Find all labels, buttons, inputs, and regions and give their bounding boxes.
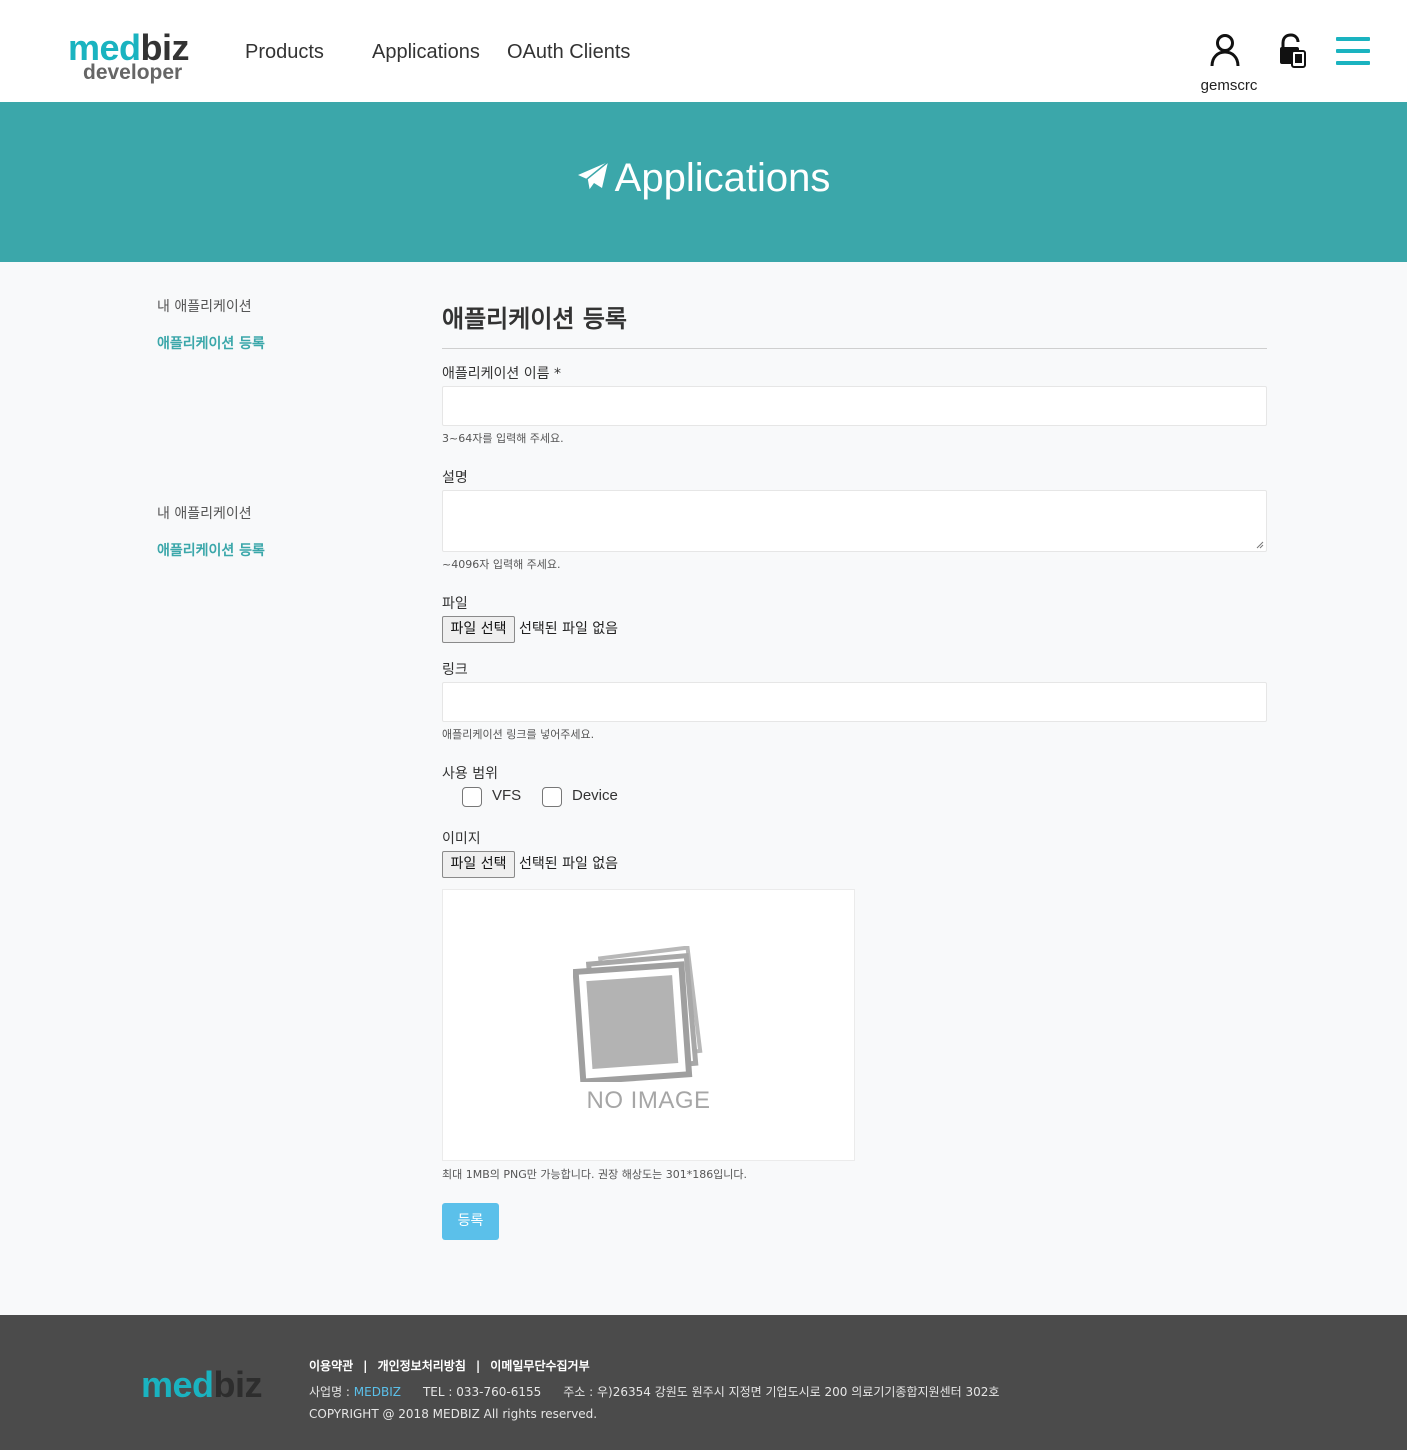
footer-link-terms[interactable]: 이용약관 — [309, 1359, 353, 1373]
nav-products[interactable]: Products — [245, 40, 324, 64]
description-label: 설명 — [442, 470, 468, 486]
image-choose-button[interactable]: 파일 선택 — [442, 851, 515, 878]
footer-company-info: 사업명 : MEDBIZ TEL : 033-760-6155 주소 : 우)263… — [309, 1384, 999, 1400]
link-input[interactable] — [442, 682, 1267, 722]
banner-title-text: Applications — [614, 156, 831, 200]
description-textarea[interactable] — [442, 490, 1267, 552]
scope-device-label[interactable]: Device — [572, 787, 618, 805]
footer-company-label: 사업명 : — [309, 1385, 354, 1399]
image-status: 선택된 파일 없음 — [519, 856, 619, 872]
photo-placeholder-icon — [573, 946, 703, 1082]
logout-lock-icon[interactable] — [1278, 33, 1308, 69]
link-help: 애플리케이션 링크를 넣어주세요. — [442, 728, 595, 741]
no-image-text: NO IMAGE — [586, 1087, 711, 1114]
sidebar-item-register-app[interactable]: 애플리케이션 등록 — [157, 335, 265, 353]
site-header: medbiz developer Products Applications O… — [0, 0, 1407, 102]
hamburger-menu-icon[interactable] — [1336, 37, 1370, 65]
footer-company-name: MEDBIZ — [353, 1385, 401, 1399]
description-help: ~4096자 입력해 주세요. — [442, 558, 561, 571]
image-preview: NO IMAGE — [442, 889, 855, 1161]
scope-device-checkbox[interactable] — [542, 787, 562, 807]
banner-title: Applications — [0, 154, 1407, 202]
app-name-input[interactable] — [442, 386, 1267, 426]
username-label[interactable]: gemscrc — [1190, 77, 1268, 94]
footer-tel: TEL : 033-760-6155 — [422, 1385, 542, 1399]
nav-oauth-clients[interactable]: OAuth Clients — [507, 40, 630, 64]
resize-grip-icon[interactable] — [1256, 541, 1264, 549]
image-help: 최대 1MB의 PNG만 가능합니다. 권장 해상도는 301*186입니다. — [442, 1168, 748, 1181]
footer-copyright: COPYRIGHT @ 2018 MEDBIZ All rights reser… — [309, 1407, 598, 1421]
footer-link-email-refusal[interactable]: 이메일무단수집거부 — [490, 1359, 589, 1373]
user-icon[interactable] — [1209, 33, 1241, 67]
medbiz-developer-logo[interactable]: medbiz developer — [68, 30, 193, 86]
form-divider — [442, 348, 1267, 349]
footer-logo-med: med — [141, 1364, 214, 1405]
site-footer: medbiz 이용약관 | 개인정보처리방침 | 이메일무단수집거부 사업명 : MED… — [0, 1315, 1407, 1450]
nav-applications[interactable]: Applications — [372, 40, 480, 64]
footer-logo-biz: biz — [213, 1364, 263, 1405]
file-label: 파일 — [442, 596, 468, 612]
footer-link-privacy[interactable]: 개인정보처리방침 — [378, 1359, 466, 1373]
sidebar-item-my-apps-2[interactable]: 내 애플리케이션 — [157, 505, 252, 523]
file-status: 선택된 파일 없음 — [519, 621, 619, 637]
scope-label: 사용 범위 — [442, 766, 498, 782]
sidebar-item-register-app-2[interactable]: 애플리케이션 등록 — [157, 542, 265, 560]
link-label: 링크 — [442, 662, 468, 678]
paper-plane-icon — [577, 156, 609, 191]
app-name-help: 3~64자를 입력해 주세요. — [442, 432, 564, 445]
scope-vfs-label[interactable]: VFS — [492, 787, 521, 805]
form-title: 애플리케이션 등록 — [442, 305, 627, 333]
footer-logo: medbiz — [141, 1364, 263, 1405]
sidebar-item-my-apps[interactable]: 내 애플리케이션 — [157, 298, 252, 316]
footer-links: 이용약관 | 개인정보처리방침 | 이메일무단수집거부 — [309, 1359, 590, 1373]
page-banner: Applications — [0, 102, 1407, 262]
app-name-label: 애플리케이션 이름 * — [442, 366, 561, 382]
register-submit-button[interactable]: 등록 — [442, 1203, 499, 1240]
file-choose-button[interactable]: 파일 선택 — [442, 616, 515, 643]
logo-subtitle: developer — [83, 61, 183, 84]
scope-vfs-checkbox[interactable] — [462, 787, 482, 807]
footer-address: 주소 : 우)26354 강원도 원주시 지정면 기업도시로 200 의료기기종… — [563, 1385, 1000, 1399]
image-label: 이미지 — [442, 831, 481, 847]
